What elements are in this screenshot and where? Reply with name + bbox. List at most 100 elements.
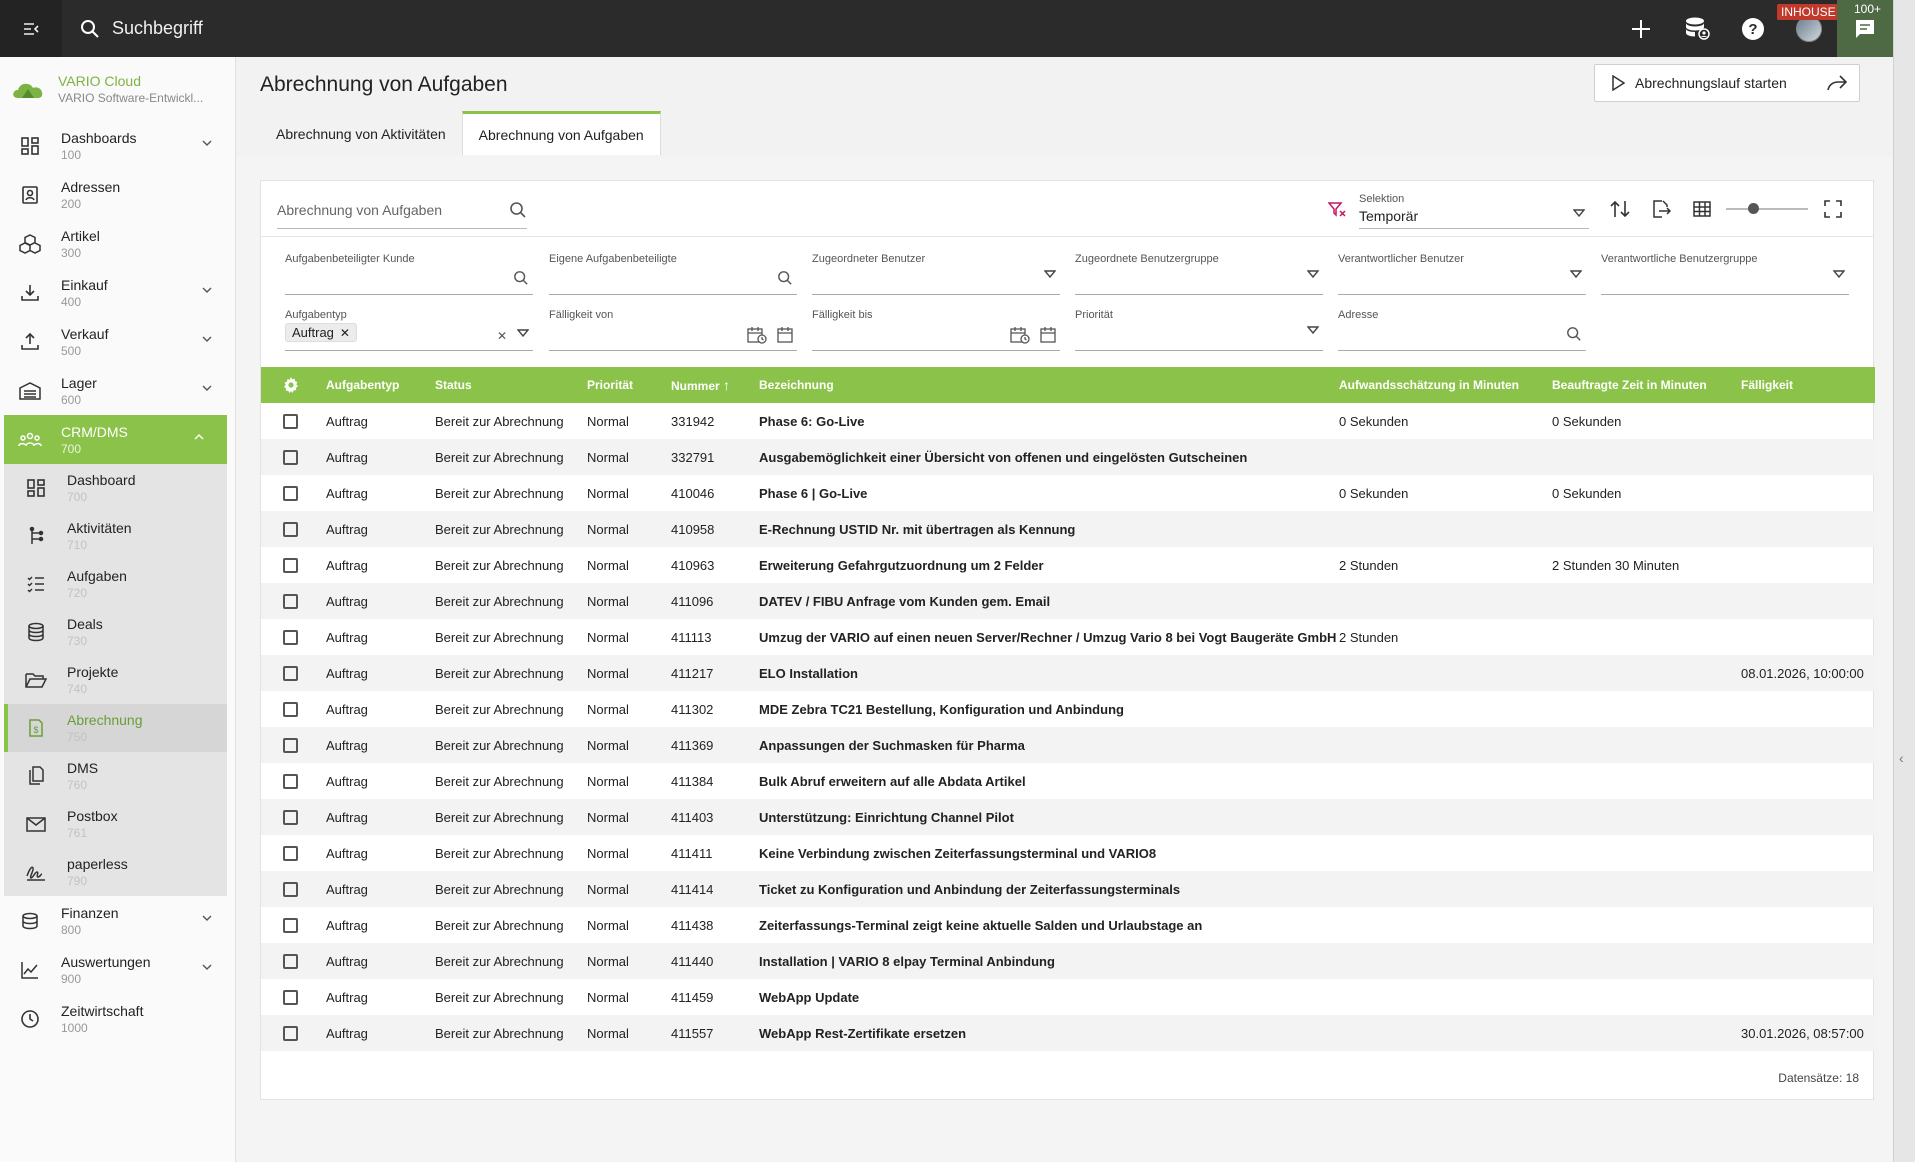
- row-checkbox[interactable]: [283, 557, 298, 573]
- clear-icon[interactable]: ✕: [497, 329, 507, 343]
- filter-zugeordneter-benutzer[interactable]: Zugeordneter Benutzer: [812, 251, 1060, 295]
- sidebar-item-einkauf[interactable]: Einkauf 400: [0, 268, 235, 317]
- row-checkbox[interactable]: [283, 665, 298, 681]
- search-icon[interactable]: [513, 270, 529, 286]
- table-row[interactable]: Auftrag Bereit zur Abrechnung Normal 411414…: [261, 871, 1875, 907]
- grid-search[interactable]: [277, 191, 527, 229]
- sidebar-item-projekte[interactable]: Projekte 740: [4, 656, 227, 704]
- tab-abrechnung-aktivitaeten[interactable]: Abrechnung von Aktivitäten: [260, 113, 462, 155]
- sidebar-item-crm-dms[interactable]: CRM/DMS 700: [4, 415, 227, 464]
- filter-verantwortliche-benutzergruppe[interactable]: Verantwortliche Benutzergruppe: [1601, 251, 1849, 295]
- table-row[interactable]: Auftrag Bereit zur Abrechnung Normal 411440…: [261, 943, 1875, 979]
- sidebar-item-artikel[interactable]: Artikel 300: [0, 219, 235, 268]
- row-checkbox[interactable]: [283, 521, 298, 537]
- filter-clear-icon[interactable]: [1316, 189, 1357, 229]
- chevron-down-icon[interactable]: [201, 961, 213, 973]
- swap-sort-icon[interactable]: [1599, 189, 1640, 229]
- column-header-status[interactable]: Status: [433, 367, 585, 403]
- column-header-beauftragte-zeit[interactable]: Beauftragte Zeit in Minuten: [1550, 367, 1739, 403]
- share-icon[interactable]: [1815, 65, 1859, 101]
- table-row[interactable]: Auftrag Bereit zur Abrechnung Normal 410963…: [261, 547, 1875, 583]
- search-icon[interactable]: [509, 201, 527, 219]
- chevron-down-icon[interactable]: [201, 333, 213, 345]
- right-panel-toggle[interactable]: ‹: [1893, 0, 1915, 1162]
- tab-abrechnung-aufgaben[interactable]: Abrechnung von Aufgaben: [461, 111, 661, 155]
- row-checkbox[interactable]: [283, 881, 298, 897]
- help-icon[interactable]: ?: [1725, 0, 1781, 57]
- table-row[interactable]: Auftrag Bereit zur Abrechnung Normal 411384…: [261, 763, 1875, 799]
- table-row[interactable]: Auftrag Bereit zur Abrechnung Normal 411217…: [261, 655, 1875, 691]
- filter-faelligkeit-von[interactable]: Fälligkeit von: [549, 307, 797, 351]
- filter-zugeordnete-benutzergruppe[interactable]: Zugeordnete Benutzergruppe: [1075, 251, 1323, 295]
- table-row[interactable]: Auftrag Bereit zur Abrechnung Normal 411369…: [261, 727, 1875, 763]
- chat-icon[interactable]: 100+: [1837, 0, 1893, 57]
- row-checkbox[interactable]: [283, 953, 298, 969]
- column-header-prioritaet[interactable]: Priorität: [585, 367, 669, 403]
- sidebar-item-deals[interactable]: Deals 730: [4, 608, 227, 656]
- row-checkbox[interactable]: [283, 737, 298, 753]
- sidebar-item-adressen[interactable]: Adressen 200: [0, 170, 235, 219]
- sidebar-item-finanzen[interactable]: Finanzen 800: [0, 896, 235, 945]
- sidebar-item-postbox[interactable]: Postbox 761: [4, 800, 227, 848]
- brand[interactable]: VARIO Cloud VARIO Software-Entwickl...: [0, 57, 235, 121]
- slider-handle[interactable]: [1748, 203, 1759, 214]
- filter-faelligkeit-bis[interactable]: Fälligkeit bis: [812, 307, 1060, 351]
- row-checkbox[interactable]: [283, 1025, 298, 1041]
- calendar-icon[interactable]: [777, 326, 793, 344]
- filter-eigene-aufgabenbeteiligte[interactable]: Eigene Aufgabenbeteiligte: [549, 251, 797, 295]
- table-row[interactable]: Auftrag Bereit zur Abrechnung Normal 411403…: [261, 799, 1875, 835]
- search-icon[interactable]: [1566, 326, 1582, 342]
- table-row[interactable]: Auftrag Bereit zur Abrechnung Normal 411096…: [261, 583, 1875, 619]
- table-row[interactable]: Auftrag Bereit zur Abrechnung Normal 332791…: [261, 439, 1875, 475]
- table-row[interactable]: Auftrag Bereit zur Abrechnung Normal 410046…: [261, 475, 1875, 511]
- search-icon[interactable]: [777, 270, 793, 286]
- column-header-faelligkeit[interactable]: Fälligkeit: [1739, 367, 1875, 403]
- table-row[interactable]: Auftrag Bereit zur Abrechnung Normal 331942…: [261, 403, 1875, 439]
- filter-adresse[interactable]: Adresse: [1338, 307, 1586, 351]
- start-billing-run-action[interactable]: Abrechnungslauf starten: [1595, 65, 1815, 101]
- table-row[interactable]: Auftrag Bereit zur Abrechnung Normal 411438…: [261, 907, 1875, 943]
- user-database-icon[interactable]: [1669, 0, 1725, 57]
- sidebar-item-zeitwirtschaft[interactable]: Zeitwirtschaft 1000: [0, 994, 235, 1043]
- row-checkbox[interactable]: [283, 701, 298, 717]
- column-settings-icon[interactable]: [261, 367, 324, 403]
- row-checkbox[interactable]: [283, 773, 298, 789]
- calendar-clock-icon[interactable]: [1010, 326, 1030, 344]
- sidebar-item-aufgaben[interactable]: Aufgaben 720: [4, 560, 227, 608]
- dropdown-arrow-icon[interactable]: [517, 329, 529, 343]
- global-search-input[interactable]: [112, 18, 512, 39]
- chevron-down-icon[interactable]: [201, 382, 213, 394]
- row-checkbox[interactable]: [283, 629, 298, 645]
- table-row[interactable]: Auftrag Bereit zur Abrechnung Normal 411459…: [261, 979, 1875, 1015]
- calendar-icon[interactable]: [1040, 326, 1056, 344]
- sidebar-item-dashboards[interactable]: Dashboards 100: [0, 121, 235, 170]
- sidebar-item-aktivitaeten[interactable]: Aktivitäten 710: [4, 512, 227, 560]
- row-checkbox[interactable]: [283, 917, 298, 933]
- chevron-up-icon[interactable]: [193, 431, 205, 443]
- row-density-slider[interactable]: [1726, 189, 1808, 229]
- table-view-icon[interactable]: [1681, 189, 1722, 229]
- sidebar-item-lager[interactable]: Lager 600: [0, 366, 235, 415]
- row-checkbox[interactable]: [283, 845, 298, 861]
- table-row[interactable]: Auftrag Bereit zur Abrechnung Normal 411302…: [261, 691, 1875, 727]
- column-header-bezeichnung[interactable]: Bezeichnung: [757, 367, 1337, 403]
- row-checkbox[interactable]: [283, 413, 298, 429]
- column-header-aufgabentyp[interactable]: Aufgabentyp: [324, 367, 433, 403]
- export-icon[interactable]: [1640, 189, 1681, 229]
- chevron-down-icon[interactable]: [201, 137, 213, 149]
- grid-search-input[interactable]: [277, 201, 477, 218]
- sidebar-item-paperless[interactable]: paperless 790: [4, 848, 227, 896]
- row-checkbox[interactable]: [283, 449, 298, 465]
- sidebar-item-verkauf[interactable]: Verkauf 500: [0, 317, 235, 366]
- calendar-clock-icon[interactable]: [747, 326, 767, 344]
- sidebar-item-dashboard[interactable]: Dashboard 700: [4, 464, 227, 512]
- filter-aufgabenbeteiligter-kunde[interactable]: Aufgabenbeteiligter Kunde: [285, 251, 533, 295]
- table-row[interactable]: Auftrag Bereit zur Abrechnung Normal 411557…: [261, 1015, 1875, 1051]
- table-row[interactable]: Auftrag Bereit zur Abrechnung Normal 411411…: [261, 835, 1875, 871]
- add-icon[interactable]: [1613, 0, 1669, 57]
- table-row[interactable]: Auftrag Bereit zur Abrechnung Normal 411113…: [261, 619, 1875, 655]
- filter-aufgabentyp[interactable]: Aufgabentyp Auftrag ✕ ✕: [285, 307, 533, 351]
- chevron-down-icon[interactable]: [201, 912, 213, 924]
- column-header-aufwandsschaetzung[interactable]: Aufwandsschätzung in Minuten: [1337, 367, 1550, 403]
- table-row[interactable]: Auftrag Bereit zur Abrechnung Normal 410958…: [261, 511, 1875, 547]
